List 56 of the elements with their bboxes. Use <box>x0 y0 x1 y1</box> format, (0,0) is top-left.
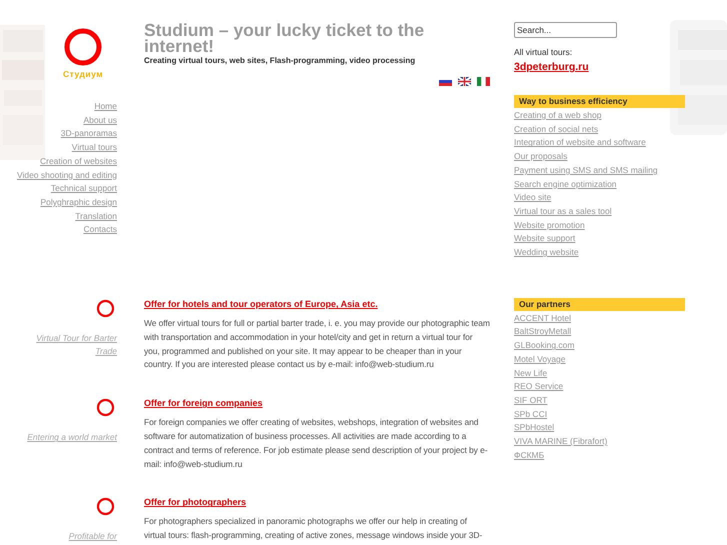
sidebar-link[interactable]: Motel Voyage <box>514 352 566 367</box>
sidebar-link[interactable]: Video site <box>514 191 552 205</box>
sidebar-link[interactable]: ACCENT Hotel <box>514 312 571 326</box>
nav-link[interactable]: Creation of websites <box>40 154 117 169</box>
sidebar-link[interactable]: SIF ORT <box>514 394 548 408</box>
sidebar-link[interactable]: Search engine optimization <box>514 178 617 192</box>
sidebar-link[interactable]: Our proposals <box>514 150 568 164</box>
offer-tagline-link[interactable]: Profitable for <box>27 530 117 543</box>
nav-link[interactable]: About us <box>83 114 117 128</box>
tours-label: All virtual tours: <box>514 47 572 57</box>
offer-text: For photographers specialized in panoramic photographs we offer our help in creating of virtual tours: flash-programming, creating of active zones, message windows inside your 3D- <box>144 515 484 542</box>
nav-link[interactable]: Technical support <box>50 182 117 196</box>
sidebar-link[interactable]: REO Service <box>514 380 564 394</box>
ring-icon <box>96 398 115 418</box>
sidebar-link[interactable]: VIVA MARINE (Fibrafort) <box>514 435 608 449</box>
ring-logo-icon <box>63 27 103 67</box>
offer-title-link[interactable]: Offer for hotels and tour operators of Europe, Asia etc. <box>144 298 378 312</box>
offer-tagline-link[interactable]: Entering a world market <box>27 431 117 444</box>
sidebar-link[interactable]: ФСКМБ <box>514 448 544 462</box>
offer-title-link[interactable]: Offer for foreign companies <box>144 397 263 410</box>
offer-title-link[interactable]: Offer for photographers <box>144 496 246 510</box>
nav-link[interactable]: Translation <box>75 210 117 224</box>
sidebar-link[interactable]: Payment using SMS and SMS mailing <box>514 164 658 178</box>
nav-link[interactable]: Contacts <box>83 223 117 238</box>
nav-link[interactable]: 3D-panoramas <box>60 127 117 142</box>
site-title: Studium – your lucky ticket to the internet! <box>144 22 426 54</box>
sidebar-link[interactable]: Creating of a web shop <box>514 109 602 123</box>
flag-icon[interactable] <box>477 77 490 86</box>
nav-link[interactable]: Virtual tours <box>72 141 117 155</box>
sidebar-link[interactable]: New Life <box>514 366 548 380</box>
flag-icon[interactable] <box>458 77 471 86</box>
offer-text: We offer virtual tours for full or partial barter trade, i. e. you may provide our photographic team with transportation and accommodation in your hotel/city and get in return a virtual tour for you, programmed and published on your site. It may appear to be cheaper than in your country. If you are interested please contact us by e-mail: info@web-studium.ru <box>144 317 490 372</box>
sidebar-link[interactable]: Creation of social nets <box>514 122 598 136</box>
sidebar-link[interactable]: Virtual tour as a sales tool <box>514 204 612 219</box>
box-heading: Way to business efficiency <box>514 95 685 108</box>
site-subtitle: Creating virtual tours, web sites, Flash-programming, video processing <box>144 56 416 65</box>
search-field[interactable]: Search... <box>514 22 617 38</box>
sidebar-link[interactable]: GLBooking.com <box>514 339 574 353</box>
sidebar-link[interactable]: Wedding website <box>514 246 579 260</box>
sidebar-link[interactable]: SPb CCI <box>514 408 548 422</box>
ring-icon <box>96 497 115 516</box>
nav-link[interactable]: Polyghraphic design <box>40 196 117 210</box>
nav-link[interactable]: Home <box>94 100 117 114</box>
flag-icon[interactable] <box>439 77 452 86</box>
offer-tagline-link[interactable]: Virtual Tour for Barter Trade <box>27 332 117 358</box>
box-heading: Our partners <box>514 298 685 311</box>
nav-link[interactable]: Video shooting and editing <box>16 168 117 182</box>
sidebar-link[interactable]: BaltStroyMetall <box>514 325 572 340</box>
sidebar-link[interactable]: Website support <box>514 232 576 246</box>
ring-icon <box>96 299 115 318</box>
offer-text: For foreign companies we offer creating of websites, webshops, integration of websites and software for automatization of business processes. All activities are made according to a contract and terms of reference. For job estimate please send description of your project by e-mail: info@web-studium.ru <box>144 416 488 471</box>
tours-link[interactable]: 3dpeterburg.ru <box>514 60 589 74</box>
logo-text: Студиум <box>62 69 104 79</box>
sidebar-link[interactable]: SPbHostel <box>514 421 554 436</box>
sidebar-link[interactable]: Website promotion <box>514 218 585 232</box>
sidebar-link[interactable]: Integration of website and software <box>514 136 646 150</box>
